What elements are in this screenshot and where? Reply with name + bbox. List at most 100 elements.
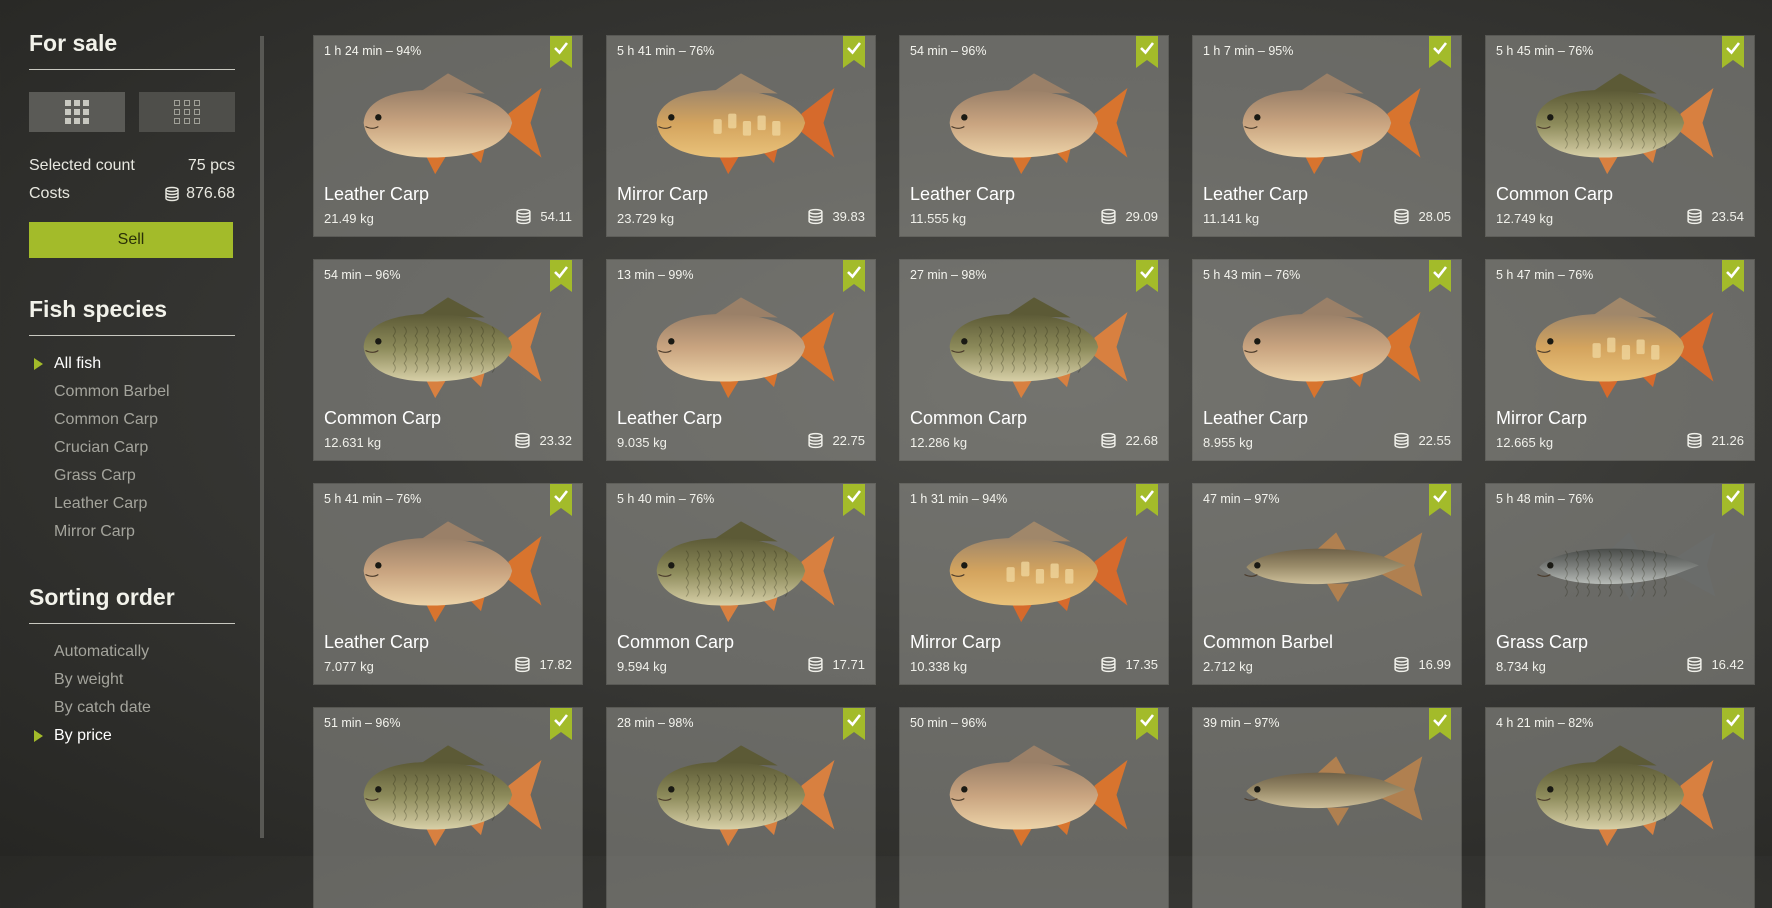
fish-price: 22.55 [1393, 432, 1451, 449]
fish-card[interactable]: 5 h 41 min – 76% Mirror Carp 23.729 kg 3… [606, 35, 876, 237]
species-filter-leather-carp[interactable]: Leather Carp [29, 490, 235, 518]
fish-price: 23.32 [514, 432, 572, 449]
view-toggle-group [29, 92, 235, 132]
checkmark-ribbon-icon[interactable] [1722, 260, 1744, 292]
fish-card[interactable]: 1 h 24 min – 94% Leather Carp 21.49 kg 5… [313, 35, 583, 237]
checkmark-ribbon-icon[interactable] [843, 36, 865, 68]
fish-image [1242, 297, 1421, 399]
fish-price: 17.35 [1100, 656, 1158, 673]
checkmark-ribbon-icon[interactable] [1136, 36, 1158, 68]
fish-card[interactable]: 5 h 41 min – 76% Leather Carp 7.077 kg 1… [313, 483, 583, 685]
species-filter-grass-carp[interactable]: Grass Carp [29, 462, 235, 490]
species-filter-crucian-carp[interactable]: Crucian Carp [29, 434, 235, 462]
small-grid-view-button[interactable] [139, 92, 235, 132]
fish-card[interactable]: 1 h 7 min – 95% Leather Carp 11.141 kg 2… [1192, 35, 1462, 237]
fish-card[interactable]: 5 h 48 min – 76% Grass Carp 8.734 kg 16.… [1485, 483, 1755, 685]
fish-price: 39.83 [807, 208, 865, 225]
checkmark-ribbon-icon[interactable] [550, 708, 572, 740]
fish-name: Mirror Carp [617, 184, 709, 204]
fish-price: 17.82 [514, 656, 572, 673]
species-filter-common-barbel[interactable]: Common Barbel [29, 378, 235, 406]
catch-time-freshness: 4 h 21 min – 82% [1496, 716, 1594, 730]
fish-card[interactable]: 1 h 31 min – 94% Mirror Carp 10.338 kg 1… [899, 483, 1169, 685]
fish-name: Common Carp [324, 408, 442, 428]
sorting-order-section: Sorting order Automatically By weight By c… [29, 584, 235, 750]
species-filter-common-carp[interactable]: Common Carp [29, 406, 235, 434]
checkmark-ribbon-icon[interactable] [550, 260, 572, 292]
coin-stack-icon [1687, 208, 1703, 225]
fish-card[interactable]: 47 min – 97% Common Barbel 2.712 kg 16.9… [1192, 483, 1462, 685]
catch-time-freshness: 39 min – 97% [1203, 716, 1280, 730]
fish-image [656, 73, 835, 175]
checkmark-ribbon-icon[interactable] [550, 484, 572, 516]
fish-weight: 9.594 kg [617, 659, 667, 674]
fish-image [1244, 532, 1423, 602]
fish-name: Leather Carp [1203, 408, 1309, 428]
checkmark-ribbon-icon[interactable] [550, 36, 572, 68]
coin-stack-icon [1101, 208, 1117, 225]
large-grid-view-button[interactable] [29, 92, 125, 132]
fish-weight: 12.665 kg [1496, 435, 1554, 450]
fish-card[interactable]: 27 min – 98% Common Carp 12.286 kg 22.68 [899, 259, 1169, 461]
sell-button[interactable]: Sell [29, 222, 233, 258]
catch-time-freshness: 5 h 45 min – 76% [1496, 44, 1594, 58]
sort-option-by-price[interactable]: By price [29, 722, 235, 750]
sort-option-automatically[interactable]: Automatically [29, 638, 235, 666]
fish-card[interactable]: 54 min – 96% Leather Carp 11.555 kg 29.0… [899, 35, 1169, 237]
sidebar-scrollbar[interactable] [260, 36, 264, 838]
fish-image [363, 521, 542, 623]
fish-card[interactable]: 39 min – 97% [1192, 707, 1462, 908]
coin-stack-icon [1394, 432, 1410, 449]
fish-card[interactable]: 54 min – 96% Common Carp 12.631 kg 23.32 [313, 259, 583, 461]
checkmark-ribbon-icon[interactable] [1429, 708, 1451, 740]
fish-weight: 10.338 kg [910, 659, 968, 674]
sort-option-by-catch-date[interactable]: By catch date [29, 694, 235, 722]
checkmark-ribbon-icon[interactable] [1722, 36, 1744, 68]
checkmark-ribbon-icon[interactable] [1429, 260, 1451, 292]
fish-card[interactable]: 5 h 43 min – 76% Leather Carp 8.955 kg 2… [1192, 259, 1462, 461]
checkmark-ribbon-icon[interactable] [1722, 708, 1744, 740]
checkmark-ribbon-icon[interactable] [1136, 260, 1158, 292]
fish-card[interactable]: 5 h 40 min – 76% Common Carp 9.594 kg 17… [606, 483, 876, 685]
fish-price-value: 22.55 [1418, 433, 1451, 448]
fish-card[interactable]: 51 min – 96% [313, 707, 583, 908]
checkmark-ribbon-icon[interactable] [843, 260, 865, 292]
checkmark-ribbon-icon[interactable] [1136, 708, 1158, 740]
fish-weight: 12.286 kg [910, 435, 968, 450]
fish-card[interactable]: 4 h 21 min – 82% [1485, 707, 1755, 908]
fish-price-value: 39.83 [832, 209, 865, 224]
fish-weight: 8.955 kg [1203, 435, 1253, 450]
checkmark-ribbon-icon[interactable] [843, 484, 865, 516]
fish-price: 22.75 [807, 432, 865, 449]
fish-card[interactable]: 5 h 45 min – 76% Common Carp 12.749 kg 2… [1485, 35, 1755, 237]
coin-stack-icon [808, 656, 824, 673]
selected-count-value: 75 pcs [187, 157, 235, 174]
sorting-order-list: Automatically By weight By catch date By pr… [29, 638, 235, 750]
species-filter-mirror-carp[interactable]: Mirror Carp [29, 518, 235, 546]
fish-card[interactable]: 28 min – 98% [606, 707, 876, 908]
checkmark-ribbon-icon[interactable] [1429, 36, 1451, 68]
fish-weight: 11.141 kg [1203, 211, 1260, 226]
coin-stack-icon [1687, 432, 1703, 449]
fish-image [1537, 532, 1716, 602]
sort-option-by-weight[interactable]: By weight [29, 666, 235, 694]
fish-weight: 23.729 kg [617, 211, 675, 226]
fish-price-value: 29.09 [1125, 209, 1158, 224]
fish-weight: 2.712 kg [1203, 659, 1253, 674]
fish-price-value: 22.75 [832, 433, 865, 448]
checkmark-ribbon-icon[interactable] [1136, 484, 1158, 516]
fish-name: Common Barbel [1203, 632, 1334, 652]
checkmark-ribbon-icon[interactable] [1722, 484, 1744, 516]
checkmark-ribbon-icon[interactable] [1429, 484, 1451, 516]
coin-stack-icon [515, 656, 531, 673]
species-filter-all-fish[interactable]: All fish [29, 350, 235, 378]
fish-image [363, 745, 542, 847]
fish-image [949, 745, 1128, 847]
fish-card[interactable]: 50 min – 96% [899, 707, 1169, 908]
checkmark-ribbon-icon[interactable] [843, 708, 865, 740]
fish-card[interactable]: 13 min – 99% Leather Carp 9.035 kg 22.75 [606, 259, 876, 461]
fish-image [949, 297, 1128, 399]
sidebar: For sale Selected count 75 pcs Costs 876… [29, 30, 235, 750]
fish-image [363, 297, 542, 399]
fish-card[interactable]: 5 h 47 min – 76% Mirror Carp 12.665 kg 2… [1485, 259, 1755, 461]
